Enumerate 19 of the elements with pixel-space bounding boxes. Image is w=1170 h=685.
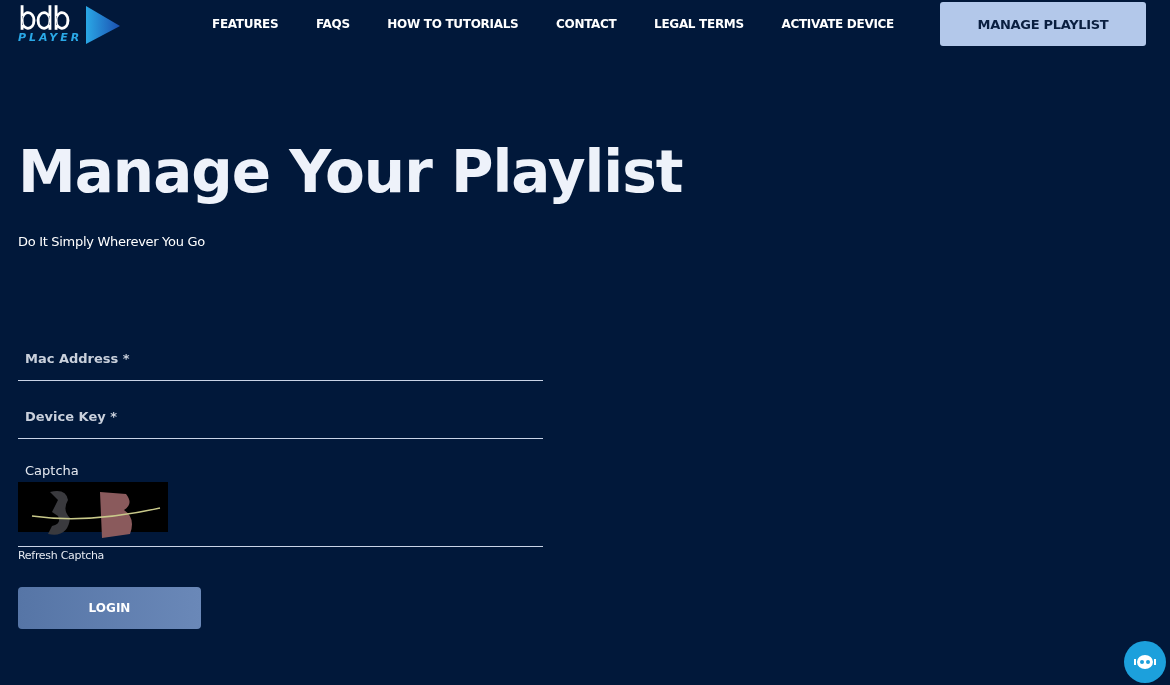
input-field[interactable]: Mac Address * (18, 337, 543, 381)
logo-word: PLAYER (18, 31, 83, 43)
nav-link[interactable]: CONTACT (556, 17, 617, 31)
input-field[interactable]: Device Key * (18, 395, 543, 439)
captcha-label: Captcha (24, 463, 80, 478)
manage-playlist-button[interactable]: MANAGE PLAYLIST (940, 2, 1146, 46)
nav-link[interactable]: HOW TO TUTORIALS (387, 17, 519, 31)
robot-icon (1134, 654, 1156, 670)
nav-link[interactable]: FEATURES (212, 17, 279, 31)
chat-bot-button[interactable] (1124, 641, 1166, 683)
nav-link[interactable]: FAQS (316, 17, 350, 31)
logo[interactable]: bdb PLAYER (18, 4, 178, 44)
logo-mark: bdb (18, 5, 70, 32)
login-button[interactable]: LOGIN (18, 587, 201, 629)
subtitle: Do It Simply Wherever You Go (18, 234, 206, 249)
refresh-captcha-link[interactable]: Refresh Captcha (18, 549, 104, 562)
nav-link[interactable]: LEGAL TERMS (654, 17, 744, 31)
nav-link[interactable]: ACTIVATE DEVICE (781, 17, 894, 31)
page-title: Manage Your Playlist (18, 137, 684, 208)
